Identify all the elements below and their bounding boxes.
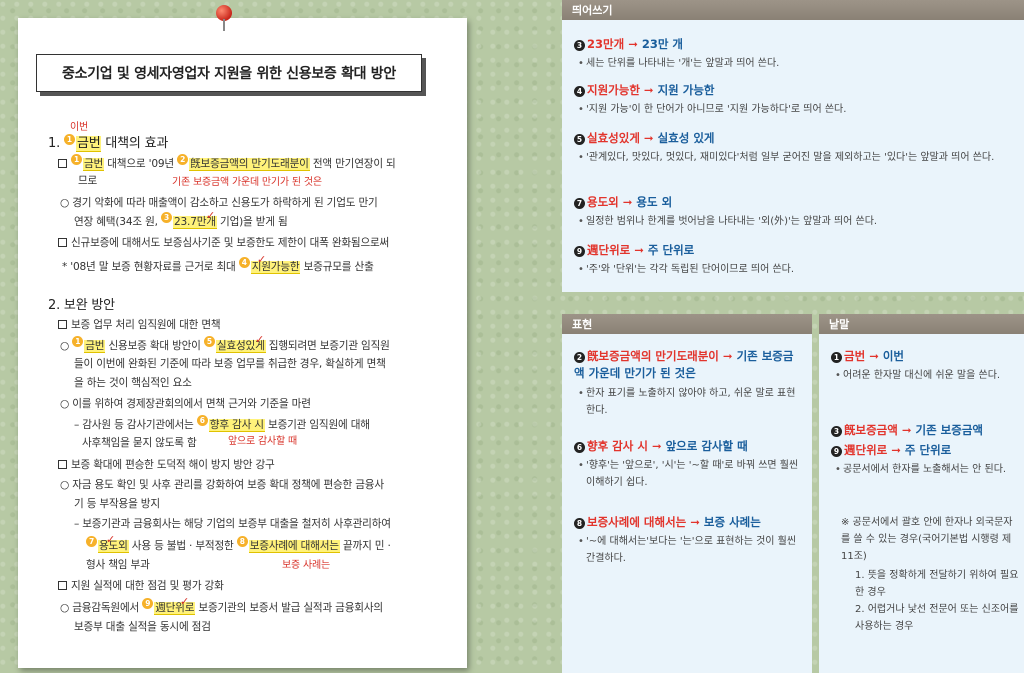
arrow-right-icon: ➞	[891, 443, 901, 457]
doc-line: 형사 책임 부과	[86, 559, 150, 571]
checkbox-icon	[58, 238, 67, 247]
arrow-right-icon: ➞	[628, 37, 638, 51]
checkbox-icon	[58, 159, 67, 168]
doc-line: 사후책임을 묻지 않도록 함	[82, 437, 197, 449]
doc-line: 므로	[78, 175, 98, 187]
doc-line: 보증부 대출 실적을 동시에 점검	[74, 621, 211, 633]
strike-mark: ✓	[206, 209, 216, 222]
arrow-right-icon: ➞	[722, 349, 733, 363]
spacing-item: 4지원가능한 ➞ 지원 가능한 '지원 가능'이 한 단어가 아니므로 '지원 …	[574, 82, 1014, 118]
correction-note: 앞으로 감사할 때	[228, 436, 297, 447]
arrow-right-icon: ➞	[690, 515, 700, 529]
expression-panel-heading: 표현	[562, 314, 812, 334]
spacing-item: 9週단위로 ➞ 주 단위로 '주'와 '단위'는 각각 독립된 단어이므로 띄어…	[574, 242, 1014, 278]
arrow-right-icon: ➞	[869, 349, 879, 363]
arrow-right-icon: ➞	[634, 243, 644, 257]
doc-line: ○ 경기 악화에 따라 매출액이 감소하고 신용도가 하락하게 된 기업도 만기	[60, 197, 378, 209]
doc-line: 7 용도외 사용 등 불법 · 부적정한 8 보증사례에 대해서는 끝까지 민 ·	[86, 536, 391, 556]
word-panel: 낱말 1금번 ➞ 이번 어려운 한자말 대신에 쉬운 말을 쓴다. 3旣보증금액…	[819, 314, 1024, 673]
doc-line: ○ 이를 위하여 경제장관회의에서 면책 근거와 기준을 마련	[60, 398, 311, 410]
strike-mark: ✓	[255, 333, 265, 346]
arrow-right-icon: ➞	[643, 83, 654, 97]
word-item: 3 旣보증금액 ➞ 기존 보증금액	[831, 422, 1014, 438]
push-pin-icon	[214, 5, 234, 35]
document-title: 중소기업 및 영세자영업자 지원을 위한 신용보증 확대 방안	[36, 54, 422, 92]
hanja-usage-note: ※ 공문서에서 괄호 안에 한자나 외국문자를 쓸 수 있는 경우(국어기본법 …	[841, 517, 1019, 632]
doc-line: 1 금번 대책으로 '09년 2 旣보증금액의 만기도래분이 전액 만기연장이 되	[58, 154, 396, 174]
doc-line: 연장 혜택(34조 원, 3 23.7만개 기업)을 받게 됨	[74, 212, 288, 229]
doc-line: 보증 확대에 편승한 도덕적 해이 방지 방안 강구	[58, 456, 275, 475]
checkbox-icon	[58, 581, 67, 590]
word-item: 9週단위로 ➞ 주 단위로 공문서에서 한자를 노출해서는 안 된다.	[831, 442, 1014, 478]
doc-line: 보증 업무 처리 임직원에 대한 면책	[58, 316, 221, 335]
section-heading: 2. 보완 방안	[48, 298, 115, 313]
arrow-right-icon: ➞	[651, 439, 662, 453]
spacing-panel-heading: 띄어쓰기	[562, 0, 1024, 20]
word-item: 1금번 ➞ 이번 어려운 한자말 대신에 쉬운 말을 쓴다.	[831, 348, 1014, 384]
checkbox-icon	[58, 320, 67, 329]
doc-line: – 감사원 등 감사기관에서는 6 향후 감사 시 보증기관 임직원에 대해	[74, 415, 370, 432]
doc-line: 신규보증에 대해서도 보증심사기준 및 보증한도 제한이 대폭 완화됨으로써	[58, 234, 389, 253]
strike-mark: ✓	[180, 595, 190, 608]
strike-mark: ✓	[257, 253, 267, 266]
correction-note: 기존 보증금액 가운데 만기가 된 것은	[172, 177, 322, 188]
spacing-item: 323만개 ➞ 23만 개 세는 단위를 나타내는 '개'는 앞말과 띄어 쓴다…	[574, 36, 1014, 72]
spacing-item: 5실효성있게 ➞ 실효성 있게 '관계있다, 맛있다, 멋있다, 재미있다'처럼…	[574, 130, 1014, 166]
correction-note: 보증 사례는	[282, 560, 330, 571]
arrow-right-icon: ➞	[901, 423, 912, 437]
spacing-panel: 띄어쓰기 323만개 ➞ 23만 개 세는 단위를 나타내는 '개'는 앞말과 …	[562, 0, 1024, 292]
strike-mark: ✓	[106, 533, 116, 546]
arrow-right-icon: ➞	[643, 131, 654, 145]
section-heading: 1. 1 금번 대책의 효과	[48, 134, 169, 152]
arrow-right-icon: ➞	[622, 195, 633, 209]
expression-item: 8보증사례에 대해서는 ➞ 보증 사례는 '~에 대해서는'보다는 '는'으로 …	[574, 514, 802, 567]
doc-line: 지원 실적에 대한 점검 및 평가 강화	[58, 577, 224, 596]
doc-line: 들이 이번에 완화된 기준에 따라 보증 업무를 취급한 경우, 확실하게 면책	[74, 358, 386, 370]
expression-item: 2旣보증금액의 만기도래분이 ➞ 기존 보증금액 가운데 만기가 된 것은 한자…	[574, 348, 802, 419]
doc-line: – 보증기관과 금융회사는 해당 기업의 보증부 대출을 철저히 사후관리하여	[74, 518, 391, 530]
doc-line: 을 하는 것이 핵심적인 요소	[74, 377, 192, 389]
spacing-item: 7용도외 ➞ 용도 외 일정한 범위나 한계를 벗어남을 나타내는 '외(外)'…	[574, 194, 1014, 230]
doc-line: ○ 금융감독원에서 9 週단위로 보증기관의 보증서 발급 실적과 금융회사의	[60, 598, 383, 615]
doc-line: 기 등 부작용을 방지	[74, 498, 160, 510]
doc-line: * '08년 말 보증 현황자료를 근거로 최대 4 지원가능한 보증규모를 산출	[62, 257, 374, 274]
word-panel-heading: 낱말	[819, 314, 1024, 334]
checkbox-icon	[58, 460, 67, 469]
expression-item: 6향후 감사 시 ➞ 앞으로 감사할 때 '향후'는 '앞으로', '시'는 '…	[574, 438, 802, 491]
expression-panel: 표현 2 旣보증금액의 만기도래분이 ➞ 기존 보증금액 가운데 만기가 된 것은…	[562, 314, 812, 673]
doc-line: ○ 1 금번 신용보증 확대 방안이 5 실효성있게 집행되려면 보증기관 임직원	[60, 336, 390, 353]
doc-line: ○ 자금 용도 확인 및 사후 관리를 강화하여 보증 확대 정책에 편승한 금…	[60, 479, 384, 491]
